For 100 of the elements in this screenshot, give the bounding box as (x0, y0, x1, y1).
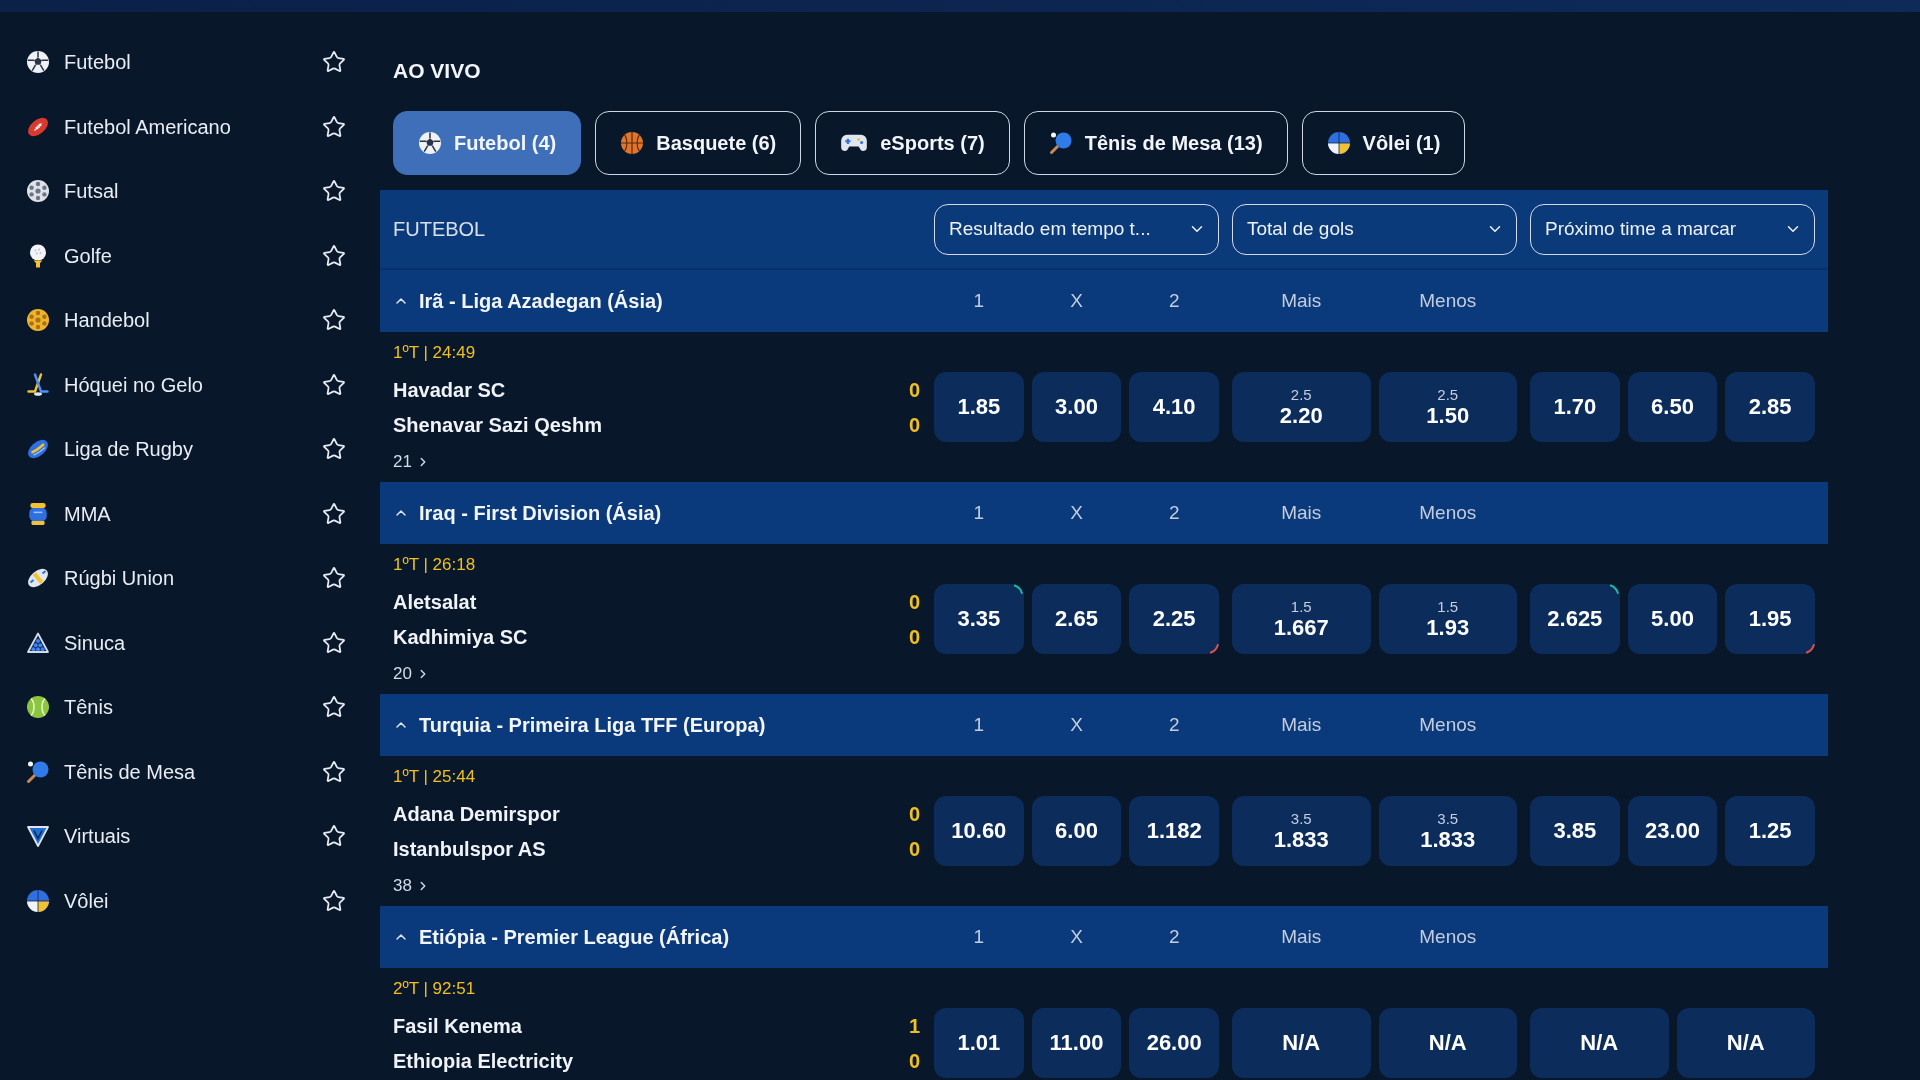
team-score: 0 (908, 590, 920, 615)
star-icon[interactable] (322, 372, 346, 397)
odds-button[interactable]: 2.5 1.50 (1378, 372, 1517, 442)
odds-button[interactable]: 6.50 (1627, 372, 1718, 442)
sport-tab[interactable]: eSports (7) (815, 111, 1010, 175)
odds-button[interactable]: 5.00 (1627, 584, 1718, 654)
column-label: 2 (1167, 924, 1181, 949)
sidebar-item[interactable]: Futsal (26, 176, 119, 207)
odds-button[interactable]: 3.5 1.833 (1378, 796, 1517, 866)
sidebar-item[interactable]: Tênis de Mesa (26, 756, 196, 787)
v-shield-icon (26, 824, 50, 849)
team-score: 0 (908, 802, 920, 827)
star-icon[interactable] (322, 437, 346, 462)
page-title: AO VIVO (393, 59, 481, 83)
sidebar-item[interactable]: Liga de Rugby (26, 434, 193, 465)
sport-tab[interactable]: Vôlei (1) (1301, 111, 1466, 175)
star-icon[interactable] (322, 759, 346, 784)
odds-button[interactable]: N/A (1530, 1008, 1669, 1078)
odds-button[interactable]: 6.00 (1031, 796, 1122, 866)
more-markets-link[interactable]: 38 (393, 875, 430, 897)
column-label: 2 (1167, 712, 1181, 737)
star-icon[interactable] (322, 501, 346, 526)
match-time: 1ºT | 24:49 (393, 342, 476, 364)
team-name: Kadhimiya SC (393, 625, 528, 650)
odds-button[interactable]: 3.35 (934, 584, 1024, 654)
star-icon[interactable] (322, 308, 346, 333)
billiard-rack-icon (26, 630, 50, 655)
tennis-ball-icon (26, 695, 50, 720)
odds-button[interactable]: 2.65 (1031, 584, 1122, 654)
star-icon[interactable] (322, 630, 346, 655)
odds-button[interactable]: 1.5 1.93 (1378, 584, 1517, 654)
column-label: Mais (1280, 500, 1323, 525)
star-icon[interactable] (322, 695, 346, 720)
sidebar-item[interactable]: Tênis (26, 692, 113, 723)
column-label: X (1069, 288, 1084, 313)
odds-button[interactable]: 4.10 (1129, 372, 1219, 442)
sport-tab[interactable]: Tênis de Mesa (13) (1023, 111, 1288, 175)
column-label: Menos (1418, 288, 1478, 313)
sidebar-item[interactable]: Virtuais (26, 821, 131, 852)
odds-button[interactable]: 2.85 (1725, 372, 1815, 442)
odds-button[interactable]: 1.25 (1725, 796, 1815, 866)
sidebar-item[interactable]: Futebol Americano (26, 111, 231, 142)
match-time: 1ºT | 25:44 (393, 766, 476, 788)
star-icon[interactable] (322, 179, 346, 204)
volleyball-icon (26, 888, 50, 913)
sidebar-item[interactable]: Sinuca (26, 627, 126, 658)
star-icon[interactable] (322, 50, 346, 75)
sidebar-item[interactable]: Rúgbi Union (26, 563, 175, 594)
star-icon[interactable] (322, 888, 346, 913)
volleyball-icon (1326, 131, 1351, 155)
column-label: Mais (1280, 712, 1323, 737)
odds-button[interactable]: 11.00 (1031, 1008, 1122, 1078)
odds-button[interactable]: 26.00 (1129, 1008, 1219, 1078)
team-name: Adana Demirspor (393, 802, 560, 827)
sidebar-item[interactable]: Handebol (26, 305, 150, 336)
sidebar-item[interactable]: MMA (26, 498, 111, 529)
odds-button[interactable]: N/A (1378, 1008, 1517, 1078)
star-icon[interactable] (322, 114, 346, 139)
market-dropdown[interactable]: Próximo time a marcar (1530, 203, 1815, 255)
odds-button[interactable]: 1.182 (1129, 796, 1219, 866)
odds-button[interactable]: 1.95 (1725, 584, 1815, 654)
odds-button[interactable]: 2.625 (1530, 584, 1620, 654)
sidebar-item[interactable]: Vôlei (26, 885, 109, 916)
team-name: Havadar SC (393, 378, 506, 403)
team-score: 0 (908, 625, 920, 650)
star-icon[interactable] (322, 824, 346, 849)
futsal-ball-icon (26, 179, 50, 204)
odds-button[interactable]: 1.5 1.667 (1232, 584, 1371, 654)
sidebar-item[interactable]: Golfe (26, 240, 112, 271)
odds-button[interactable]: 10.60 (934, 796, 1024, 866)
star-icon[interactable] (322, 566, 346, 591)
odds-button[interactable]: 3.85 (1530, 796, 1620, 866)
odds-button[interactable]: 1.85 (934, 372, 1024, 442)
column-label: 1 (972, 288, 986, 313)
more-markets-link[interactable]: 20 (393, 663, 430, 685)
team-score: 0 (908, 1049, 920, 1074)
soccer-ball-icon (26, 50, 50, 75)
odds-button[interactable]: 2.5 2.20 (1232, 372, 1371, 442)
gamepad-icon (840, 134, 869, 152)
sport-title: FUTEBOL (393, 217, 486, 242)
odds-button[interactable]: N/A (1232, 1008, 1371, 1078)
column-label: Menos (1418, 712, 1478, 737)
odds-button[interactable]: 1.70 (1530, 372, 1620, 442)
odds-button[interactable]: 23.00 (1627, 796, 1718, 866)
odds-button[interactable]: N/A (1676, 1008, 1815, 1078)
team-score: 0 (908, 413, 920, 438)
sidebar-item[interactable]: Futebol (26, 47, 131, 78)
odds-button[interactable]: 3.00 (1031, 372, 1122, 442)
market-dropdown[interactable]: Total de gols (1232, 203, 1517, 255)
sport-tab[interactable]: Basquete (6) (595, 111, 802, 175)
team-name: Aletsalat (393, 590, 477, 615)
more-markets-link[interactable]: 21 (393, 451, 430, 473)
column-label: Mais (1280, 924, 1323, 949)
sport-tab[interactable]: Futebol (4) (393, 111, 582, 175)
odds-button[interactable]: 1.01 (934, 1008, 1024, 1078)
star-icon[interactable] (322, 243, 346, 268)
sidebar-item[interactable]: Hóquei no Gelo (26, 369, 203, 400)
market-dropdown[interactable]: Resultado em tempo t... (934, 203, 1219, 255)
odds-button[interactable]: 2.25 (1129, 584, 1219, 654)
odds-button[interactable]: 3.5 1.833 (1232, 796, 1371, 866)
